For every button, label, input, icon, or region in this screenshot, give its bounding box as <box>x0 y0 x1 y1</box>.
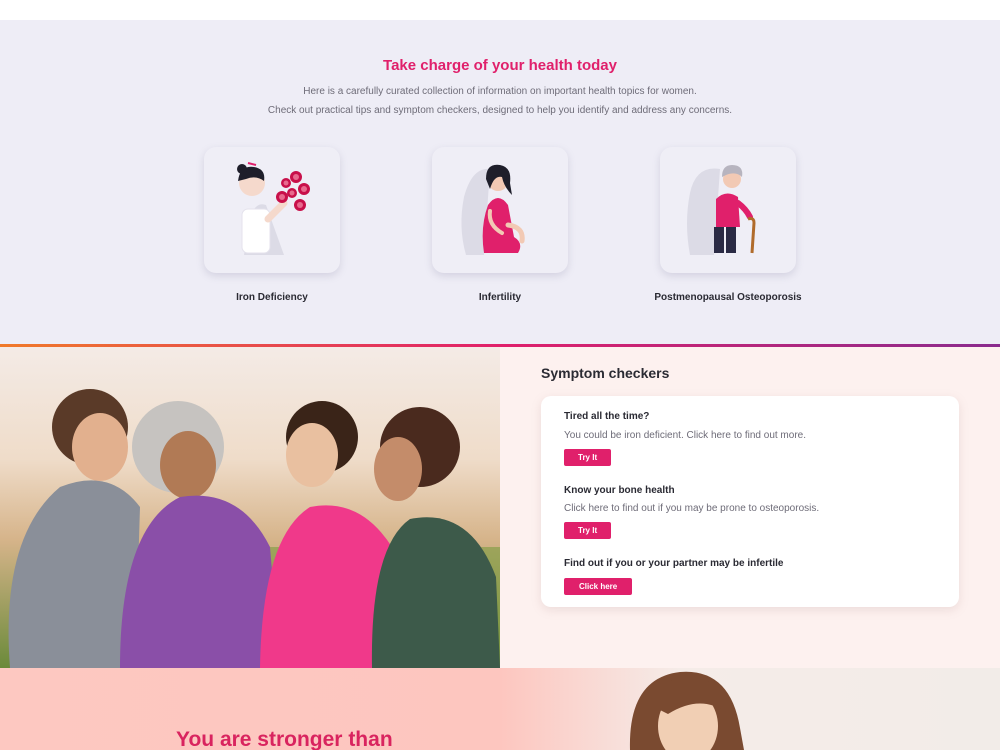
symptom-checkers-section: Symptom checkers Tired all the time? You… <box>500 347 1000 668</box>
try-it-bone-button[interactable]: Try It <box>564 522 612 539</box>
woman-portrait-image <box>629 671 744 750</box>
intro-text-line-1: Here is a carefully curated collection o… <box>303 86 697 97</box>
click-here-infertility-button[interactable]: Click here <box>564 578 633 595</box>
symptom-checkers-title: Symptom checkers <box>541 365 670 381</box>
topic-card-label[interactable]: Infertility <box>390 292 610 303</box>
checker-title-infertility: Find out if you or your partner may be i… <box>564 558 784 569</box>
topic-card-label[interactable]: Iron Deficiency <box>162 292 382 303</box>
try-it-iron-button[interactable]: Try It <box>564 449 612 466</box>
banner-heading: You are stronger than <box>176 728 393 750</box>
iron-deficiency-illustration-icon <box>237 162 310 255</box>
pregnant-woman-illustration-icon <box>461 164 525 255</box>
women-group-photo-image <box>0 347 500 668</box>
checker-text-tired: You could be iron deficient. Click here … <box>564 430 806 441</box>
intro-text-line-2: Check out practical tips and symptom che… <box>267 105 733 116</box>
symptom-checkers-card: Tired all the time? You could be iron de… <box>541 396 959 607</box>
topic-card-infertility[interactable] <box>432 147 568 273</box>
checker-title-tired: Tired all the time? <box>564 411 650 422</box>
topic-card-iron-deficiency[interactable] <box>204 147 340 273</box>
elderly-woman-cane-illustration-icon <box>687 165 756 255</box>
section-title: Take charge of your health today <box>383 57 617 74</box>
strength-banner: You are stronger than <box>0 668 1000 750</box>
checker-title-bone-health: Know your bone health <box>564 485 675 496</box>
top-strip <box>0 0 1000 20</box>
topic-card-postmenopausal-osteoporosis[interactable] <box>660 147 796 273</box>
women-group-photo <box>0 347 500 668</box>
checker-text-bone-health: Click here to find out if you may be pro… <box>564 503 820 514</box>
topic-card-label[interactable]: Postmenopausal Osteoporosis <box>618 292 838 303</box>
health-topics-section: Take charge of your health today Here is… <box>0 20 1000 344</box>
